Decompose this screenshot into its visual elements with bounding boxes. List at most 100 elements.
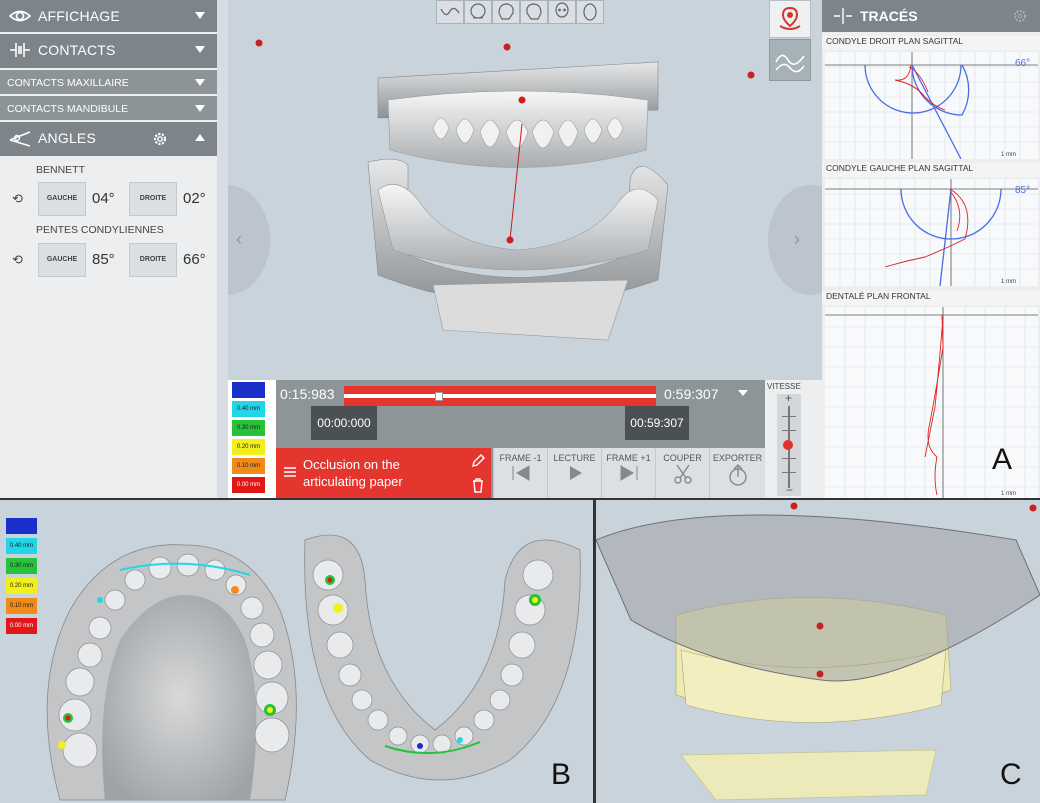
clip-label: Occlusion on the articulating paper: [303, 457, 403, 489]
traces-header: TRACÉS: [822, 0, 1040, 32]
pentes-gauche-button[interactable]: GAUCHE: [38, 243, 86, 277]
scale-step: [232, 382, 265, 398]
contacts-header[interactable]: CONTACTS: [0, 34, 217, 68]
viewport-3d[interactable]: ‹ ›: [228, 0, 822, 380]
traces-title: TRACÉS: [860, 8, 918, 24]
speed-slider[interactable]: + −: [777, 391, 801, 497]
tick: [782, 430, 796, 431]
speed-thumb[interactable]: [783, 440, 793, 450]
couper-label: COUPER: [663, 453, 702, 463]
frame-next-button[interactable]: FRAME +1: [601, 448, 655, 498]
graph-condyle-gauche: 85° 1 mm: [825, 179, 1038, 286]
contacts-maxillaire-item[interactable]: CONTACTS MAXILLAIRE: [0, 70, 217, 94]
reset-icon[interactable]: ⟲: [12, 252, 23, 268]
frame-prev-button[interactable]: FRAME -1: [493, 448, 547, 498]
menu-icon[interactable]: [283, 465, 297, 479]
panel-label-b: B: [551, 758, 572, 791]
exporter-label: EXPORTER: [712, 453, 763, 463]
eye-icon: [8, 10, 32, 22]
play-icon: [569, 466, 582, 480]
contacts-icon: [10, 43, 30, 57]
timeline-thumb[interactable]: [435, 392, 444, 401]
graph1-angle: 66°: [1015, 58, 1030, 69]
export-icon: [728, 464, 747, 486]
couper-button[interactable]: COUPER: [655, 448, 709, 498]
scale-step: 0.20 mm: [232, 439, 265, 455]
frame-prev-label: FRAME -1: [499, 453, 542, 463]
gear-icon[interactable]: [1013, 9, 1027, 23]
angles-label: ANGLES: [38, 130, 96, 146]
panel-label-a: A: [992, 443, 1013, 476]
graph2-unit: 1 mm: [1001, 279, 1016, 285]
frame-next-label: FRAME +1: [606, 453, 651, 463]
chevron-up-icon: [195, 134, 205, 141]
chevron-down-icon[interactable]: [738, 390, 748, 396]
occlusal-plane-model: [596, 502, 1040, 801]
panel-label-c: C: [1000, 758, 1022, 791]
speed-panel: VITESSE + −: [765, 380, 822, 498]
graph1-unit: 1 mm: [1001, 152, 1016, 158]
cursor-left-time: 00:00:000: [311, 406, 377, 440]
graph2-angle: 85°: [1015, 185, 1030, 196]
tick: [782, 472, 796, 473]
trash-icon[interactable]: [471, 477, 485, 493]
affichage-header[interactable]: AFFICHAGE: [0, 0, 217, 32]
pentes-gauche-value: 85°: [92, 251, 115, 268]
jaw-model-3d: [255, 39, 755, 341]
graph3-unit: 1 mm: [1001, 491, 1016, 497]
gear-icon[interactable]: [152, 131, 168, 147]
bennett-droite-value: 02°: [183, 190, 206, 207]
exporter-button[interactable]: EXPORTER: [709, 448, 765, 498]
panel-divider: [217, 0, 228, 498]
bennett-gauche-button[interactable]: GAUCHE: [38, 182, 86, 216]
panel-b-occlusal-view: 0.40 mm 0.30 mm 0.20 mm 0.10 mm 0.00 mm: [0, 500, 593, 803]
lecture-button[interactable]: LECTURE: [547, 448, 601, 498]
contacts-maxillaire-label: CONTACTS MAXILLAIRE: [7, 77, 129, 89]
panel-c-occlusal-plane: C: [596, 500, 1040, 803]
scale-step: 0.10 mm: [232, 458, 265, 474]
chevron-down-icon: [195, 105, 205, 112]
bennett-droite-button[interactable]: DROITE: [129, 182, 177, 216]
bennett-label: BENNETT: [36, 164, 86, 176]
timeline-track[interactable]: [344, 386, 656, 406]
step-back-icon: [512, 465, 529, 481]
graph2-title: CONDYLE GAUCHE PLAN SAGITTAL: [822, 163, 1040, 177]
traces-panel: TRACÉS CONDYLE DROIT PLAN SAGITTAL 66° 1…: [822, 0, 1040, 498]
start-time: 0:15:983: [280, 386, 335, 402]
lecture-label: LECTURE: [553, 453, 596, 463]
bennett-gauche-value: 04°: [92, 190, 115, 207]
plus-icon[interactable]: +: [785, 391, 792, 405]
affichage-label: AFFICHAGE: [38, 8, 120, 24]
pentes-label: PENTES CONDYLIENNES: [36, 224, 164, 236]
graph1-title: CONDYLE DROIT PLAN SAGITTAL: [822, 36, 1040, 50]
pentes-droite-button[interactable]: DROITE: [129, 243, 177, 277]
scale-step: 0.30 mm: [232, 420, 265, 436]
angle-icon: [9, 131, 31, 147]
color-scale: 0.40 mm 0.30 mm 0.20 mm 0.10 mm 0.00 mm: [232, 382, 265, 498]
angles-header[interactable]: ANGLES: [0, 122, 217, 156]
reset-icon[interactable]: ⟲: [12, 191, 23, 207]
chevron-down-icon: [195, 46, 205, 53]
tick: [782, 416, 796, 417]
graph3-title: DENTALÉ PLAN FRONTAL: [822, 291, 1040, 305]
minus-icon[interactable]: −: [786, 483, 793, 497]
scissors-icon: [673, 464, 692, 484]
edit-icon[interactable]: [470, 453, 486, 469]
chevron-down-icon: [195, 79, 205, 86]
scale-step: 0.00 mm: [232, 477, 265, 493]
timeline-player: 0:15:983 0:59:307 00:00:000 00:59:307 Oc…: [276, 380, 765, 498]
pentes-droite-value: 66°: [183, 251, 206, 268]
tick: [782, 458, 796, 459]
chevron-down-icon: [195, 12, 205, 19]
vitesse-label: VITESSE: [767, 382, 801, 391]
graph-condyle-droit: 66° 1 mm: [825, 52, 1038, 159]
contacts-label: CONTACTS: [38, 42, 116, 58]
occlusal-arches: [46, 534, 581, 801]
cursor-right-time: 00:59:307: [625, 406, 689, 440]
crosshair-icon: [834, 8, 852, 24]
contacts-mandibule-label: CONTACTS MANDIBULE: [7, 103, 129, 115]
clip-label-box[interactable]: Occlusion on the articulating paper: [276, 448, 491, 498]
timeline-progress-line: [344, 394, 656, 398]
end-time: 0:59:307: [664, 386, 719, 402]
contacts-mandibule-item[interactable]: CONTACTS MANDIBULE: [0, 96, 217, 120]
